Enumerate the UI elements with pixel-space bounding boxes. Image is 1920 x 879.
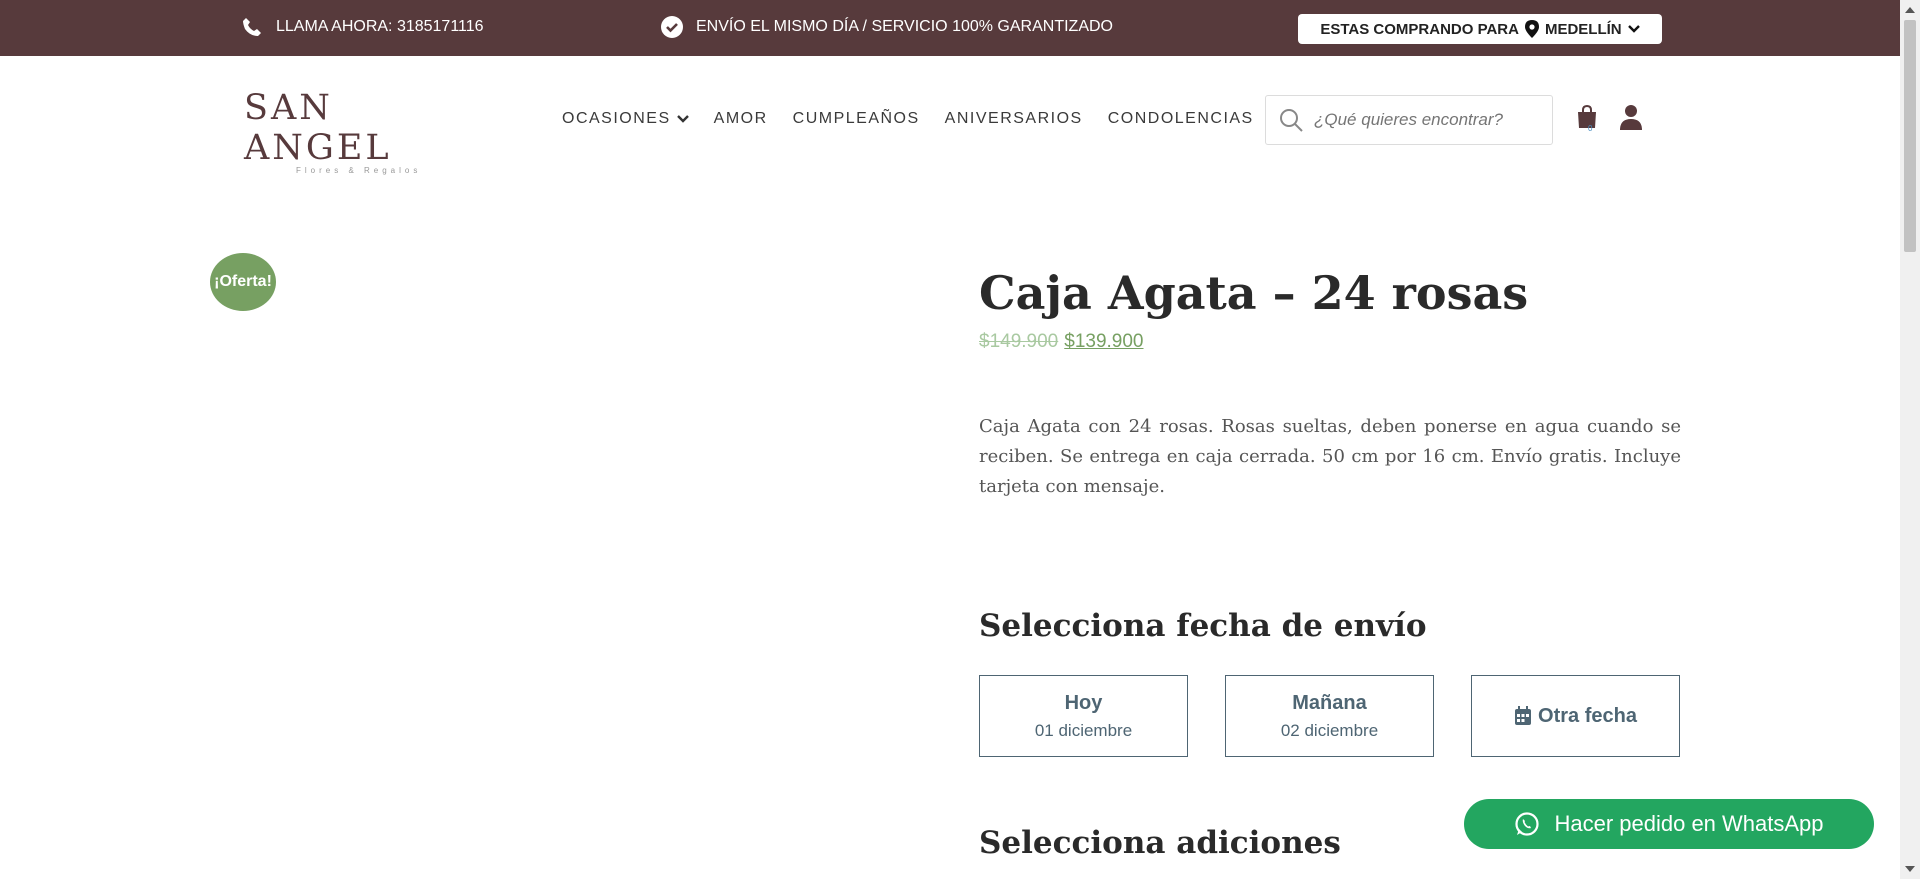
chevron-down-icon xyxy=(1627,24,1640,34)
offer-badge: ¡Oferta! xyxy=(210,253,276,311)
user-icon xyxy=(1620,104,1642,130)
map-pin-icon xyxy=(1524,20,1539,38)
shipping-text: ENVÍO EL MISMO DÍA / SERVICIO 100% GARAN… xyxy=(696,18,1113,35)
logo[interactable]: SAN ANGEL Flores & Regalos xyxy=(244,88,454,175)
nav-label: OCASIONES xyxy=(562,110,671,127)
nav-item-aniversarios[interactable]: ANIVERSARIOS xyxy=(945,110,1083,128)
top-bar: LLAMA AHORA: 3185171116 ENVÍO EL MISMO D… xyxy=(0,0,1900,56)
chevron-down-icon xyxy=(676,114,689,124)
cart-button[interactable]: 0 xyxy=(1575,104,1599,135)
nav-item-cumpleanos[interactable]: CUMPLEAÑOS xyxy=(793,110,920,128)
search-box[interactable] xyxy=(1265,95,1553,145)
main-nav: OCASIONES AMOR CUMPLEAÑOS ANIVERSARIOS C… xyxy=(562,110,1279,128)
date-option-date: 02 diciembre xyxy=(1280,720,1379,740)
whatsapp-label: Hacer pedido en WhatsApp xyxy=(1554,811,1824,836)
call-now[interactable]: LLAMA AHORA: 3185171116 xyxy=(242,17,484,37)
date-option-label: Mañana xyxy=(1292,691,1367,714)
search-icon xyxy=(1278,107,1304,133)
logo-word: SAN ANGEL xyxy=(244,88,392,168)
nav-item-ocasiones[interactable]: OCASIONES xyxy=(562,110,689,128)
price-block: $149.900 $139.900 xyxy=(979,331,1144,353)
nav-item-condolencias[interactable]: CONDOLENCIAS xyxy=(1108,110,1254,128)
date-option-label: Hoy xyxy=(1064,691,1103,714)
city-name: MEDELLÍN xyxy=(1544,20,1622,38)
sale-price: $139.900 xyxy=(1064,331,1144,352)
nav-label: ANIVERSARIOS xyxy=(944,110,1083,127)
date-option-label: Otra fecha xyxy=(1538,704,1637,727)
nav-label: CONDOLENCIAS xyxy=(1107,110,1254,127)
product-title: Caja Agata – 24 rosas xyxy=(979,266,1529,320)
nav-item-amor[interactable]: AMOR xyxy=(714,110,768,128)
call-text: LLAMA AHORA: 3185171116 xyxy=(276,18,484,35)
delivery-title: Selecciona fecha de envío xyxy=(979,608,1427,644)
account-button[interactable] xyxy=(1620,104,1642,135)
date-option-today[interactable]: Hoy 01 diciembre xyxy=(979,675,1188,757)
product-description: Caja Agata con 24 rosas. Rosas sueltas, … xyxy=(979,416,1681,497)
cart-count: 0 xyxy=(1588,124,1593,133)
search-input[interactable] xyxy=(1314,110,1534,130)
city-selector[interactable]: ESTAS COMPRANDO PARA MEDELLÍN xyxy=(1298,14,1662,44)
scroll-up-arrow-icon[interactable] xyxy=(1905,7,1915,13)
delivery-options: Hoy 01 diciembre Mañana 02 diciembre Otr… xyxy=(979,675,1680,757)
whatsapp-icon xyxy=(1514,811,1540,837)
phone-icon xyxy=(242,17,262,37)
date-option-tomorrow[interactable]: Mañana 02 diciembre xyxy=(1225,675,1434,757)
check-circle-icon xyxy=(661,16,683,38)
old-price: $149.900 xyxy=(979,331,1059,352)
whatsapp-order-button[interactable]: Hacer pedido en WhatsApp xyxy=(1464,799,1874,849)
page-scrollbar[interactable] xyxy=(1900,0,1920,879)
shopping-bag-icon xyxy=(1575,104,1599,130)
scroll-down-arrow-icon[interactable] xyxy=(1905,866,1915,872)
nav-label: CUMPLEAÑOS xyxy=(792,110,920,127)
scrollbar-thumb[interactable] xyxy=(1904,20,1916,252)
shipping-notice: ENVÍO EL MISMO DÍA / SERVICIO 100% GARAN… xyxy=(661,16,1113,38)
addons-title: Selecciona adiciones xyxy=(979,825,1341,861)
nav-label: AMOR xyxy=(713,110,768,127)
date-option-other[interactable]: Otra fecha xyxy=(1471,675,1680,757)
date-option-date: 01 diciembre xyxy=(1034,720,1133,740)
calendar-icon xyxy=(1514,706,1532,726)
city-prefix: ESTAS COMPRANDO PARA xyxy=(1320,20,1519,38)
